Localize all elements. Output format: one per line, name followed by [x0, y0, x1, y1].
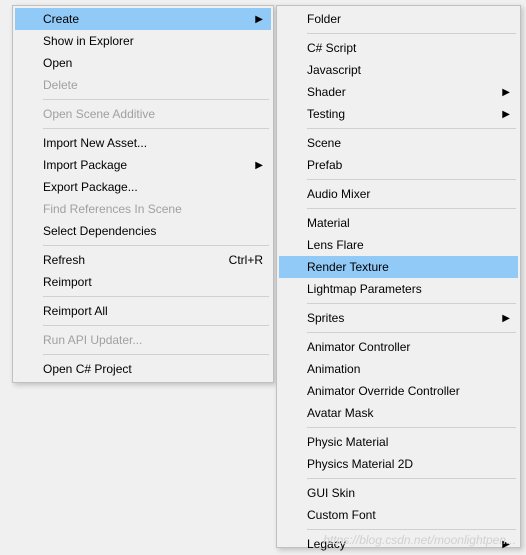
menu-item-physics-material-2d[interactable]: Physics Material 2D — [279, 453, 518, 475]
menu-item-import-new-asset[interactable]: Import New Asset... — [15, 132, 271, 154]
menu-item-reimport[interactable]: Reimport — [15, 271, 271, 293]
menu-item-prefab[interactable]: Prefab — [279, 154, 518, 176]
menu-item-folder[interactable]: Folder — [279, 8, 518, 30]
menu-shortcut: Ctrl+R — [229, 253, 263, 267]
menu-separator — [307, 208, 516, 209]
menu-label: Custom Font — [307, 508, 510, 522]
menu-label: Open — [43, 56, 263, 70]
menu-separator — [43, 325, 269, 326]
menu-label: Animator Override Controller — [307, 384, 510, 398]
submenu-arrow-icon: ▶ — [255, 160, 263, 171]
menu-item-animation[interactable]: Animation — [279, 358, 518, 380]
menu-item-open-scene-additive: Open Scene Additive — [15, 103, 271, 125]
submenu-arrow-icon: ▶ — [502, 313, 510, 324]
menu-item-select-dependencies[interactable]: Select Dependencies — [15, 220, 271, 242]
menu-label: Testing — [307, 107, 510, 121]
menu-item-animator-controller[interactable]: Animator Controller — [279, 336, 518, 358]
menu-label: Run API Updater... — [43, 333, 263, 347]
menu-label: Physics Material 2D — [307, 457, 510, 471]
submenu-arrow-icon: ▶ — [255, 14, 263, 25]
menu-label: Material — [307, 216, 510, 230]
menu-label: Avatar Mask — [307, 406, 510, 420]
menu-item-custom-font[interactable]: Custom Font — [279, 504, 518, 526]
menu-item-lens-flare[interactable]: Lens Flare — [279, 234, 518, 256]
menu-item-csharp-script[interactable]: C# Script — [279, 37, 518, 59]
menu-item-export-package[interactable]: Export Package... — [15, 176, 271, 198]
menu-item-delete: Delete — [15, 74, 271, 96]
menu-item-animator-override-controller[interactable]: Animator Override Controller — [279, 380, 518, 402]
menu-item-open-csharp-project[interactable]: Open C# Project — [15, 358, 271, 380]
menu-separator — [307, 33, 516, 34]
menu-label: Open Scene Additive — [43, 107, 263, 121]
menu-label: Lightmap Parameters — [307, 282, 510, 296]
submenu-arrow-icon: ▶ — [502, 109, 510, 120]
menu-label: Open C# Project — [43, 362, 263, 376]
menu-separator — [307, 332, 516, 333]
menu-label: Reimport — [43, 275, 263, 289]
menu-item-javascript[interactable]: Javascript — [279, 59, 518, 81]
menu-label: Import Package — [43, 158, 263, 172]
menu-label: Prefab — [307, 158, 510, 172]
menu-label: Export Package... — [43, 180, 263, 194]
menu-item-render-texture[interactable]: Render Texture — [279, 256, 518, 278]
menu-item-lightmap-parameters[interactable]: Lightmap Parameters — [279, 278, 518, 300]
menu-item-import-package[interactable]: Import Package ▶ — [15, 154, 271, 176]
menu-label: Physic Material — [307, 435, 510, 449]
menu-separator — [43, 128, 269, 129]
menu-label: Render Texture — [307, 260, 510, 274]
menu-separator — [43, 296, 269, 297]
menu-item-find-references: Find References In Scene — [15, 198, 271, 220]
menu-item-sprites[interactable]: Sprites ▶ — [279, 307, 518, 329]
menu-item-open[interactable]: Open — [15, 52, 271, 74]
menu-label: Refresh — [43, 253, 209, 267]
menu-label: Show in Explorer — [43, 34, 263, 48]
menu-label: Legacy — [307, 537, 510, 551]
menu-label: Folder — [307, 12, 510, 26]
menu-separator — [43, 99, 269, 100]
menu-item-run-api-updater: Run API Updater... — [15, 329, 271, 351]
menu-separator — [307, 303, 516, 304]
menu-label: Reimport All — [43, 304, 263, 318]
menu-item-testing[interactable]: Testing ▶ — [279, 103, 518, 125]
menu-item-material[interactable]: Material — [279, 212, 518, 234]
menu-item-scene[interactable]: Scene — [279, 132, 518, 154]
menu-separator — [43, 245, 269, 246]
menu-separator — [307, 529, 516, 530]
menu-item-physic-material[interactable]: Physic Material — [279, 431, 518, 453]
menu-item-legacy[interactable]: Legacy ▶ — [279, 533, 518, 555]
menu-label: Shader — [307, 85, 510, 99]
menu-label: Audio Mixer — [307, 187, 510, 201]
menu-separator — [307, 179, 516, 180]
menu-label: Lens Flare — [307, 238, 510, 252]
menu-label: Select Dependencies — [43, 224, 263, 238]
menu-label: Create — [43, 12, 263, 26]
menu-item-avatar-mask[interactable]: Avatar Mask — [279, 402, 518, 424]
menu-item-refresh[interactable]: Refresh Ctrl+R — [15, 249, 271, 271]
menu-separator — [43, 354, 269, 355]
menu-separator — [307, 478, 516, 479]
submenu-arrow-icon: ▶ — [502, 539, 510, 550]
menu-label: Find References In Scene — [43, 202, 263, 216]
menu-item-create[interactable]: Create ▶ — [15, 8, 271, 30]
menu-item-gui-skin[interactable]: GUI Skin — [279, 482, 518, 504]
menu-label: Scene — [307, 136, 510, 150]
menu-label: Sprites — [307, 311, 510, 325]
menu-label: C# Script — [307, 41, 510, 55]
menu-label: GUI Skin — [307, 486, 510, 500]
menu-item-shader[interactable]: Shader ▶ — [279, 81, 518, 103]
menu-separator — [307, 427, 516, 428]
menu-label: Delete — [43, 78, 263, 92]
menu-label: Import New Asset... — [43, 136, 263, 150]
submenu-arrow-icon: ▶ — [502, 87, 510, 98]
menu-item-show-in-explorer[interactable]: Show in Explorer — [15, 30, 271, 52]
menu-item-reimport-all[interactable]: Reimport All — [15, 300, 271, 322]
context-menu-main: Create ▶ Show in Explorer Open Delete Op… — [12, 5, 274, 383]
menu-label: Javascript — [307, 63, 510, 77]
menu-item-audio-mixer[interactable]: Audio Mixer — [279, 183, 518, 205]
context-menu-create-submenu: Folder C# Script Javascript Shader ▶ Tes… — [276, 5, 521, 548]
menu-label: Animator Controller — [307, 340, 510, 354]
menu-label: Animation — [307, 362, 510, 376]
menu-separator — [307, 128, 516, 129]
